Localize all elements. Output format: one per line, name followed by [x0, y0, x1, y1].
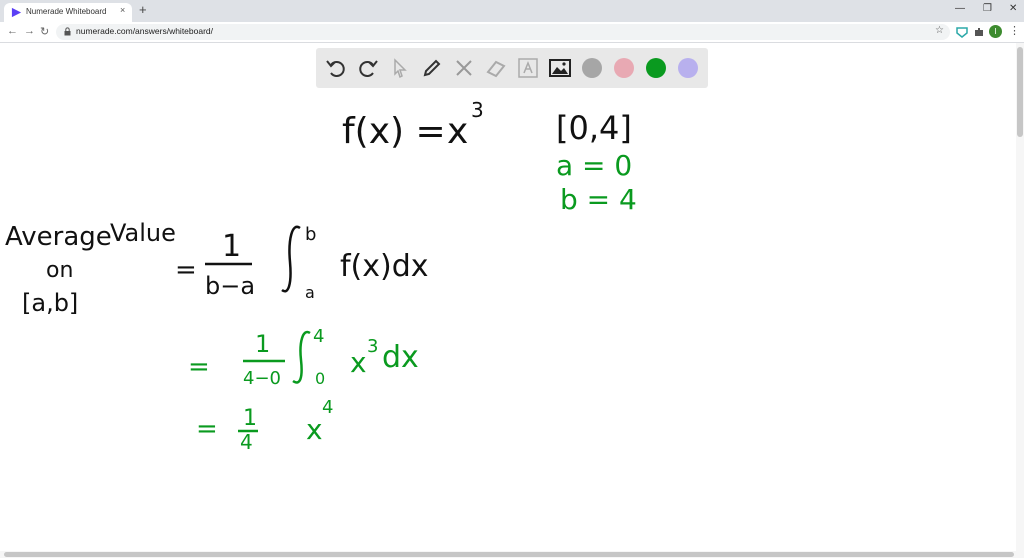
color-swatch-pink[interactable] — [614, 58, 634, 78]
eq2-lower-limit: 0 — [315, 369, 325, 388]
color-swatch-gray[interactable] — [582, 58, 602, 78]
eq3-term: x — [306, 413, 323, 446]
eq2-denominator: 4−0 — [243, 368, 281, 389]
function-exponent: 3 — [471, 98, 484, 122]
a-definition: a = 0 — [556, 149, 632, 182]
eq1-denominator: b−a — [205, 272, 255, 300]
minimize-icon[interactable]: — — [955, 3, 965, 14]
eq1-integral-sign — [281, 225, 301, 293]
eq2-exponent: 3 — [367, 336, 378, 357]
address-toolbar: ← → ↻ numerade.com/answers/whiteboard/ ☆… — [0, 22, 1024, 43]
text-icon[interactable] — [516, 56, 540, 80]
eraser-icon[interactable] — [484, 56, 508, 80]
browser-menu-icon[interactable]: ⋮ — [1009, 24, 1020, 37]
undo-icon[interactable] — [324, 56, 348, 80]
profile-avatar[interactable]: I — [989, 25, 1002, 38]
reload-icon[interactable]: ↻ — [40, 25, 49, 38]
eq2-numerator: 1 — [255, 330, 270, 358]
maximize-icon[interactable]: ❐ — [983, 3, 992, 14]
tools-icon[interactable] — [452, 56, 476, 80]
eq2-integrand: x — [350, 346, 367, 379]
eq3-exponent: 4 — [322, 397, 333, 418]
browser-tab[interactable]: Numerade Whiteboard × — [4, 3, 132, 22]
eq1-lower-limit: a — [305, 283, 315, 302]
b-definition: b = 4 — [560, 183, 637, 216]
numerade-favicon-icon — [11, 7, 22, 18]
eq2-upper-limit: 4 — [313, 326, 324, 347]
lock-icon — [64, 27, 71, 36]
horizontal-scroll-thumb[interactable] — [4, 552, 1014, 557]
extension-shield-icon[interactable] — [956, 26, 968, 38]
eq3-equals: = — [196, 414, 218, 444]
eq1-upper-limit: b — [305, 224, 316, 245]
tab-title: Numerade Whiteboard — [26, 7, 107, 16]
image-icon[interactable] — [548, 56, 572, 80]
vertical-scrollbar[interactable] — [1016, 43, 1024, 551]
function-base: x — [447, 111, 468, 152]
average-word: Average — [5, 222, 112, 252]
window-close-icon[interactable]: ✕ — [1009, 3, 1017, 14]
interval-label: [0,4] — [556, 109, 632, 147]
horizontal-scrollbar[interactable] — [0, 551, 1024, 558]
eq3-denominator: 4 — [240, 430, 253, 454]
extensions-puzzle-icon[interactable] — [973, 26, 985, 38]
function-lhs: f(x) = — [342, 111, 446, 152]
redo-icon[interactable] — [356, 56, 380, 80]
tab-close-icon[interactable]: × — [120, 5, 125, 15]
color-swatch-lavender[interactable] — [678, 58, 698, 78]
pointer-icon[interactable] — [388, 56, 412, 80]
omnibox[interactable]: numerade.com/answers/whiteboard/ ☆ — [56, 24, 950, 40]
eq1-equals: = — [175, 255, 197, 285]
new-tab-button[interactable]: + — [139, 2, 147, 17]
value-word: Value — [110, 219, 176, 247]
eq2-integral-sign — [292, 330, 311, 384]
forward-icon[interactable]: → — [24, 25, 35, 37]
vertical-scroll-thumb[interactable] — [1017, 47, 1023, 137]
on-word: on — [46, 258, 73, 283]
eq3-numerator: 1 — [243, 406, 257, 431]
back-icon[interactable]: ← — [7, 25, 18, 37]
bookmark-star-icon[interactable]: ☆ — [935, 25, 944, 36]
eq1-numerator: 1 — [222, 229, 241, 264]
eq2-differential: dx — [382, 340, 419, 375]
color-swatch-green[interactable] — [646, 58, 666, 78]
eq2-equals: = — [188, 352, 210, 382]
avg-interval: [a,b] — [22, 289, 78, 317]
eq1-integrand: f(x)dx — [340, 249, 429, 284]
url-text: numerade.com/answers/whiteboard/ — [76, 26, 214, 36]
whiteboard-toolbar — [316, 48, 708, 88]
pen-icon[interactable] — [420, 56, 444, 80]
browser-tab-strip: Numerade Whiteboard × + — ❐ ✕ — [0, 0, 1024, 22]
